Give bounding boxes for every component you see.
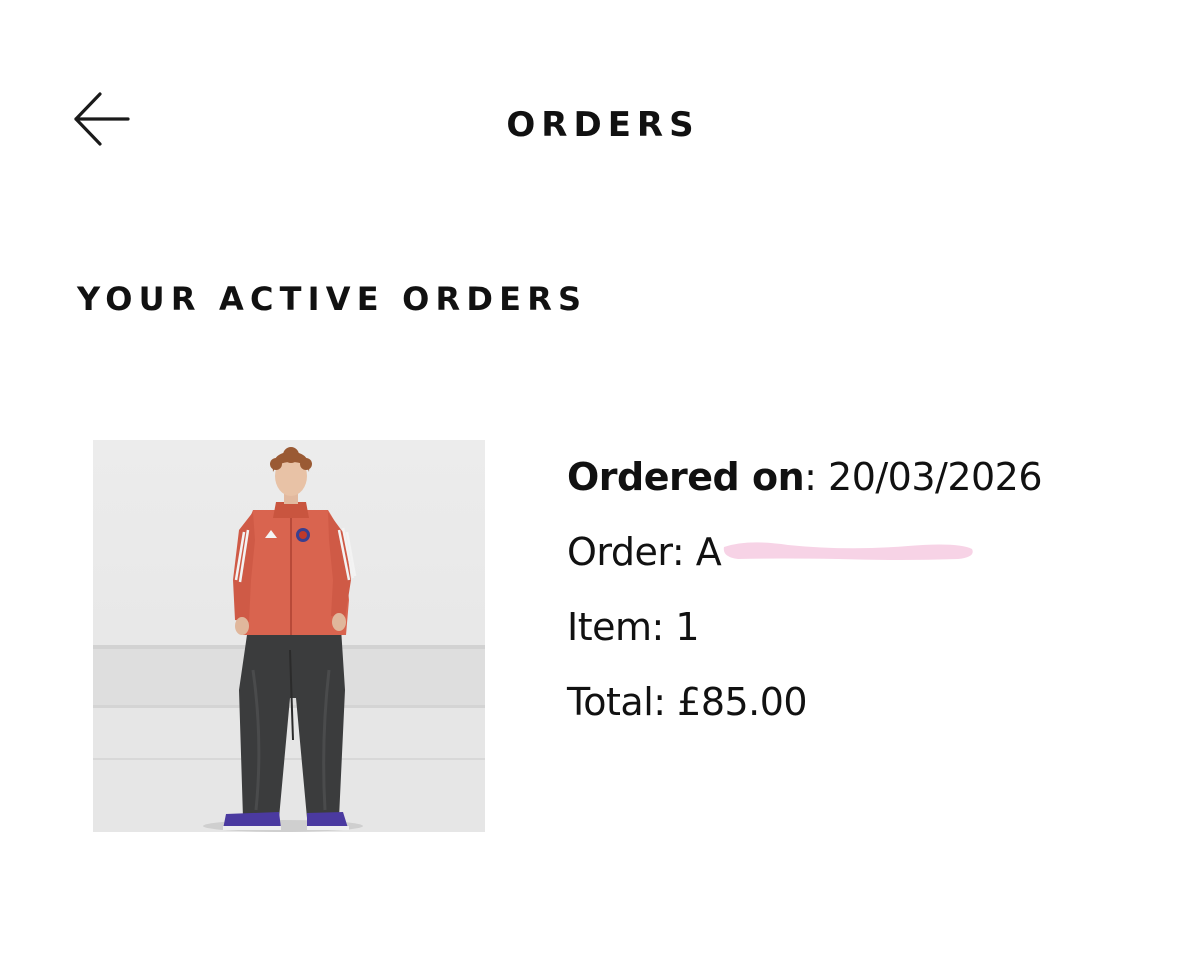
order-number: A [695, 515, 973, 590]
product-image [93, 440, 485, 832]
page-title: ORDERS [506, 105, 700, 145]
ordered-on-label: Ordered on [567, 455, 805, 499]
active-orders-heading: YOUR ACTIVE ORDERS [77, 280, 588, 318]
order-details: Ordered on: 20/03/2026 Order: A Item: 1 … [567, 440, 1107, 740]
total-value: £85.00 [677, 680, 808, 724]
product-photo-tracksuit-icon [93, 440, 485, 832]
order-number-value: A [695, 530, 722, 574]
order-number-row: Order: A [567, 515, 1107, 590]
total-label: Total: [567, 680, 678, 724]
item-label: Item: [567, 605, 676, 649]
redaction-mark [723, 542, 973, 560]
ordered-on-value: 20/03/2026 [828, 455, 1043, 499]
order-label: Order: [567, 530, 696, 574]
ordered-on-row: Ordered on: 20/03/2026 [567, 440, 1107, 515]
order-card[interactable]: Ordered on: 20/03/2026 Order: A Item: 1 … [93, 440, 1113, 832]
total-row: Total: £85.00 [567, 665, 1107, 740]
item-count: 1 [675, 605, 700, 649]
item-row: Item: 1 [567, 590, 1107, 665]
ordered-on-separator: : [804, 455, 829, 499]
